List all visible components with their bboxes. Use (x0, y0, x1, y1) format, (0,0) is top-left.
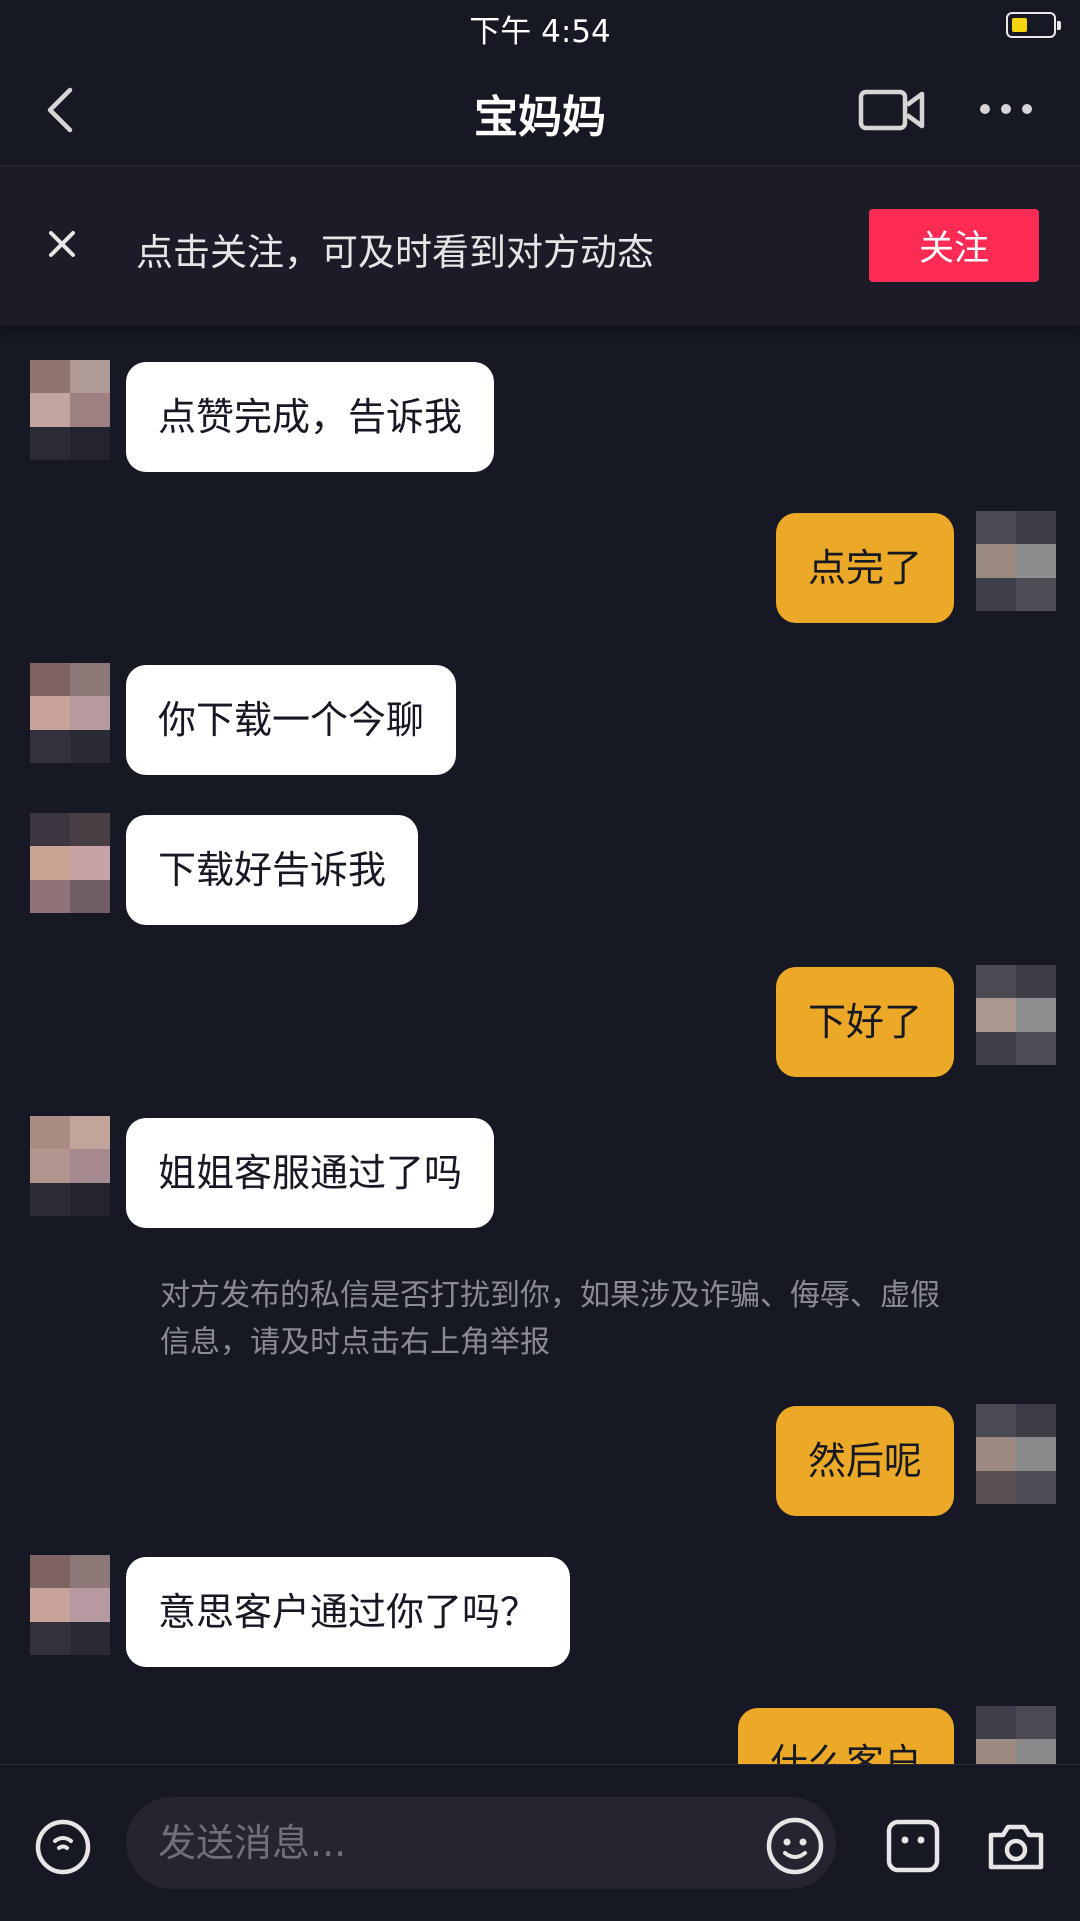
avatar[interactable] (30, 1555, 110, 1655)
avatar[interactable] (30, 1116, 110, 1216)
follow-prompt-bar: 点击关注，可及时看到对方动态 关注 (0, 166, 1080, 326)
follow-prompt-text: 点击关注，可及时看到对方动态 (136, 231, 654, 274)
back-chevron-icon (47, 87, 73, 133)
avatar[interactable] (976, 1404, 1056, 1504)
voice-icon (35, 1819, 91, 1875)
message-row: 点完了 (656, 511, 1056, 623)
camera-icon (988, 1824, 1044, 1870)
message-row: 姐姐客服通过了吗 (30, 1116, 590, 1228)
emoji-icon (766, 1817, 824, 1875)
message-bubble[interactable]: 意思客户通过你了吗？ (126, 1557, 571, 1667)
close-icon (49, 231, 75, 257)
battery-level (1012, 18, 1027, 32)
message-bubble[interactable]: 下好了 (775, 967, 954, 1077)
message-composer (0, 1764, 1080, 1921)
status-time: 下午 4:54 (469, 14, 611, 50)
camera-button[interactable] (985, 1817, 1047, 1875)
avatar[interactable] (30, 663, 110, 763)
message-bubble[interactable]: 然后呢 (775, 1406, 954, 1516)
sticker-button[interactable] (884, 1817, 942, 1875)
message-bubble[interactable]: 下载好告诉我 (126, 815, 419, 925)
status-bar: 下午 4:54 (0, 0, 1080, 55)
avatar[interactable] (30, 360, 110, 460)
message-row: 下载好告诉我 (30, 813, 510, 925)
more-dots-icon (980, 104, 1032, 114)
message-bubble[interactable]: 点赞完成，告诉我 (126, 362, 495, 472)
follow-button[interactable]: 关注 (869, 209, 1039, 282)
emoji-button[interactable] (764, 1815, 826, 1877)
avatar[interactable] (30, 813, 110, 913)
close-prompt-button[interactable] (42, 224, 82, 264)
sticker-icon (886, 1819, 940, 1873)
system-notice: 对方发布的私信是否打扰到你，如果涉及诈骗、侮辱、虚假信息，请及时点击右上角举报 (160, 1278, 940, 1360)
message-bubble[interactable]: 你下载一个今聊 (126, 665, 457, 775)
message-row: 下好了 (656, 965, 1056, 1077)
chat-header: 宝妈妈 (0, 55, 1080, 166)
message-row: 意思客户通过你了吗？ (30, 1555, 650, 1667)
voice-button[interactable] (33, 1817, 93, 1877)
message-bubble[interactable]: 点完了 (775, 513, 954, 623)
video-call-icon (858, 89, 925, 131)
message-row: 然后呢 (656, 1404, 1056, 1516)
video-call-button[interactable] (858, 85, 928, 135)
message-row: 你下载一个今聊 (30, 663, 550, 775)
avatar[interactable] (976, 965, 1056, 1065)
battery-icon (1006, 12, 1061, 38)
message-bubble[interactable]: 姐姐客服通过了吗 (126, 1118, 495, 1228)
avatar[interactable] (976, 511, 1056, 611)
more-button[interactable] (978, 93, 1034, 125)
message-row: 点赞完成，告诉我 (30, 360, 590, 472)
message-input[interactable] (126, 1797, 836, 1889)
back-button[interactable] (38, 85, 88, 135)
